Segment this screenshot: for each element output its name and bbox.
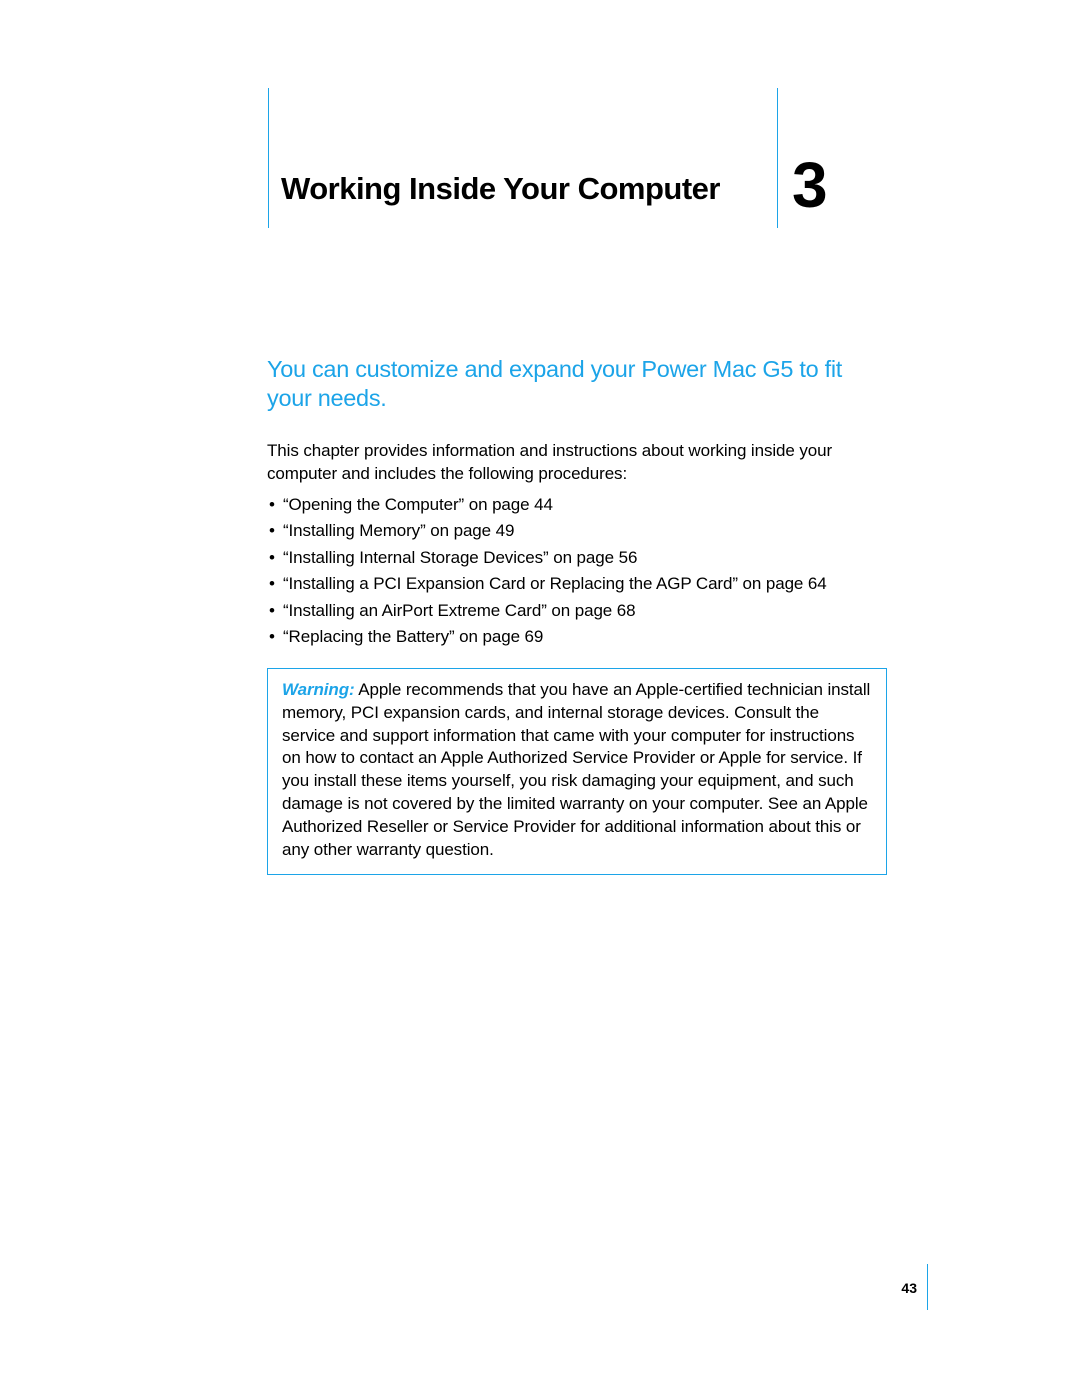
warning-body: Apple recommends that you have an Apple-…	[282, 680, 870, 860]
warning-paragraph: Warning: Apple recommends that you have …	[282, 679, 872, 863]
procedure-list: “Opening the Computer” on page 44 “Insta…	[267, 492, 887, 650]
warning-box: Warning: Apple recommends that you have …	[267, 668, 887, 876]
document-page: Working Inside Your Computer 3 You can c…	[0, 0, 1080, 1397]
intro-text: You can customize and expand your Power …	[267, 355, 887, 414]
list-item: “Installing an AirPort Extreme Card” on …	[267, 598, 887, 624]
divider-rule-right	[777, 88, 778, 228]
page-number: 43	[901, 1280, 917, 1296]
footer-rule	[927, 1264, 928, 1310]
warning-label: Warning:	[282, 680, 355, 699]
chapter-title: Working Inside Your Computer	[281, 171, 720, 207]
list-item: “Installing Memory” on page 49	[267, 518, 887, 544]
list-item: “Installing Internal Storage Devices” on…	[267, 545, 887, 571]
list-item: “Installing a PCI Expansion Card or Repl…	[267, 571, 887, 597]
divider-rule-left	[268, 88, 269, 228]
list-item: “Opening the Computer” on page 44	[267, 492, 887, 518]
chapter-number: 3	[792, 153, 828, 217]
body-paragraph: This chapter provides information and in…	[267, 440, 887, 486]
content-area: You can customize and expand your Power …	[267, 355, 887, 875]
list-item: “Replacing the Battery” on page 69	[267, 624, 887, 650]
